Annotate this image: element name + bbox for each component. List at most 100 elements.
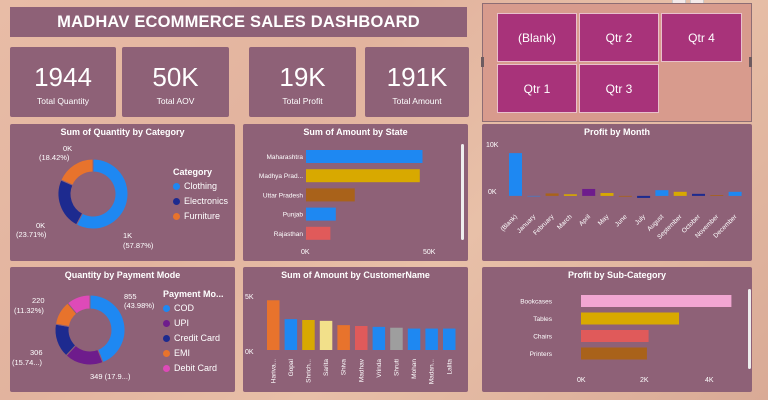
bar[interactable]	[306, 169, 420, 183]
category-legend: Category Clothing Electronics Furniture	[173, 167, 228, 224]
legend-item[interactable]: COD	[163, 301, 224, 316]
bar[interactable]	[337, 325, 350, 350]
slicer-button-blank[interactable]: (Blank)	[497, 13, 577, 62]
month-bar-svg: (Blank)JanuaryFebruary March April May June J…	[486, 142, 742, 241]
bar[interactable]	[390, 327, 403, 350]
category-label: Lalita	[446, 359, 453, 375]
bar[interactable]	[673, 191, 687, 196]
axis-tick: 4K	[705, 377, 714, 384]
bar[interactable]	[710, 195, 724, 196]
bar[interactable]	[527, 195, 541, 197]
bar[interactable]	[306, 188, 355, 202]
category-label: Bookcases	[520, 299, 553, 306]
category-label: Chairs	[533, 334, 553, 341]
legend-item[interactable]: UPI	[163, 316, 224, 331]
kpi-label: Total Profit	[282, 96, 323, 106]
bar[interactable]	[425, 328, 438, 350]
bar[interactable]	[355, 326, 368, 350]
bar[interactable]	[728, 191, 742, 196]
state-chart-panel: Sum of Amount by State Maharashtra Madhya…	[243, 124, 468, 261]
bar[interactable]	[284, 319, 298, 350]
axis-tick: 2K	[640, 377, 649, 384]
bar[interactable]	[581, 312, 680, 325]
kpi-total-aov: 50K Total AOV	[122, 47, 229, 117]
legend-marker	[163, 365, 170, 372]
bar[interactable]	[581, 295, 732, 307]
scrollbar[interactable]	[748, 289, 751, 369]
legend-item[interactable]: Credit Card	[163, 331, 224, 346]
bar[interactable]	[306, 207, 336, 221]
bar[interactable]	[692, 193, 705, 196]
bar[interactable]	[443, 328, 456, 350]
category-label: Madhya Prad...	[259, 173, 303, 180]
bar[interactable]	[600, 193, 614, 196]
category-label: June	[614, 213, 629, 228]
legend-item[interactable]: EMI	[163, 346, 224, 361]
donut-label: (18.42%)	[39, 153, 70, 162]
axis-tick: 0K	[577, 377, 586, 384]
donut-label: 1K	[123, 231, 132, 240]
bar[interactable]	[618, 195, 632, 197]
category-label: Hariva...	[270, 359, 277, 383]
bar[interactable]	[372, 326, 386, 350]
donut-label: (23.71%)	[16, 230, 47, 239]
category-label: March	[556, 213, 574, 231]
donut-label: (57.87%)	[123, 241, 154, 250]
subcategory-bar-svg: Bookcases Tables Chairs Printers 0K 2K 4K	[520, 295, 732, 384]
category-label: Maharashtra	[267, 154, 304, 161]
slicer-button-qtr3[interactable]: Qtr 3	[579, 64, 659, 113]
bar[interactable]	[407, 328, 421, 350]
bar[interactable]	[302, 320, 315, 350]
legend-marker	[173, 213, 180, 220]
bar[interactable]	[563, 194, 577, 196]
slicer-button-qtr4[interactable]: Qtr 4	[661, 13, 742, 62]
legend-item[interactable]: Electronics	[173, 194, 228, 209]
category-label: Uttar Pradesh	[263, 192, 303, 199]
bar[interactable]	[319, 320, 333, 350]
category-label: Punjab	[283, 212, 304, 219]
resize-handle[interactable]	[481, 57, 484, 67]
kpi-value: 19K	[279, 62, 326, 92]
donut-label: 0K	[36, 221, 45, 230]
legend-marker	[173, 183, 180, 190]
bar[interactable]	[509, 153, 522, 196]
category-label: Shrich...	[305, 359, 312, 383]
resize-handle[interactable]	[749, 57, 752, 67]
bar[interactable]	[306, 226, 331, 240]
slicer-button-qtr2[interactable]: Qtr 2	[579, 13, 659, 62]
quarter-slicer: (Blank) Qtr 2 Qtr 4 Qtr 1 Qtr 3	[481, 3, 752, 122]
legend-marker	[173, 198, 180, 205]
bar[interactable]	[545, 193, 559, 196]
category-label: April	[578, 213, 593, 228]
category-label: July	[634, 213, 648, 227]
customer-chart-panel: Sum of Amount by CustomerName Hariva... G…	[243, 267, 468, 392]
legend-label: COD	[174, 303, 194, 313]
legend-item[interactable]: Debit Card	[163, 361, 224, 376]
scrollbar[interactable]	[461, 144, 464, 240]
bar[interactable]	[582, 188, 596, 196]
bar[interactable]	[306, 150, 423, 163]
donut-slice[interactable]	[60, 158, 94, 186]
donut-slice[interactable]	[57, 179, 84, 226]
category-label: Rajasthan	[274, 231, 304, 238]
bar[interactable]	[267, 300, 280, 350]
legend-marker	[163, 350, 170, 357]
legend-item[interactable]: Furniture	[173, 209, 228, 224]
legend-label: UPI	[174, 318, 190, 328]
legend-label: EMI	[174, 348, 191, 358]
category-label: Tables	[533, 316, 553, 323]
legend-item[interactable]: Clothing	[173, 179, 228, 194]
axis-tick: 0K	[488, 189, 497, 196]
legend-label: Credit Card	[174, 333, 221, 343]
bar[interactable]	[637, 195, 651, 198]
kpi-total-profit: 19K Total Profit	[249, 47, 356, 117]
slicer-button-qtr1[interactable]: Qtr 1	[497, 64, 577, 113]
bar[interactable]	[581, 347, 647, 360]
bar[interactable]	[581, 330, 649, 342]
legend-label: Clothing	[184, 181, 218, 191]
bar[interactable]	[655, 190, 669, 196]
kpi-value: 191K	[386, 62, 448, 92]
axis-tick: 50K	[423, 249, 436, 256]
donut-label: 306	[30, 348, 43, 357]
payment-chart-panel: Quantity by Payment Mode 855 (43.98%) 22…	[10, 267, 235, 392]
